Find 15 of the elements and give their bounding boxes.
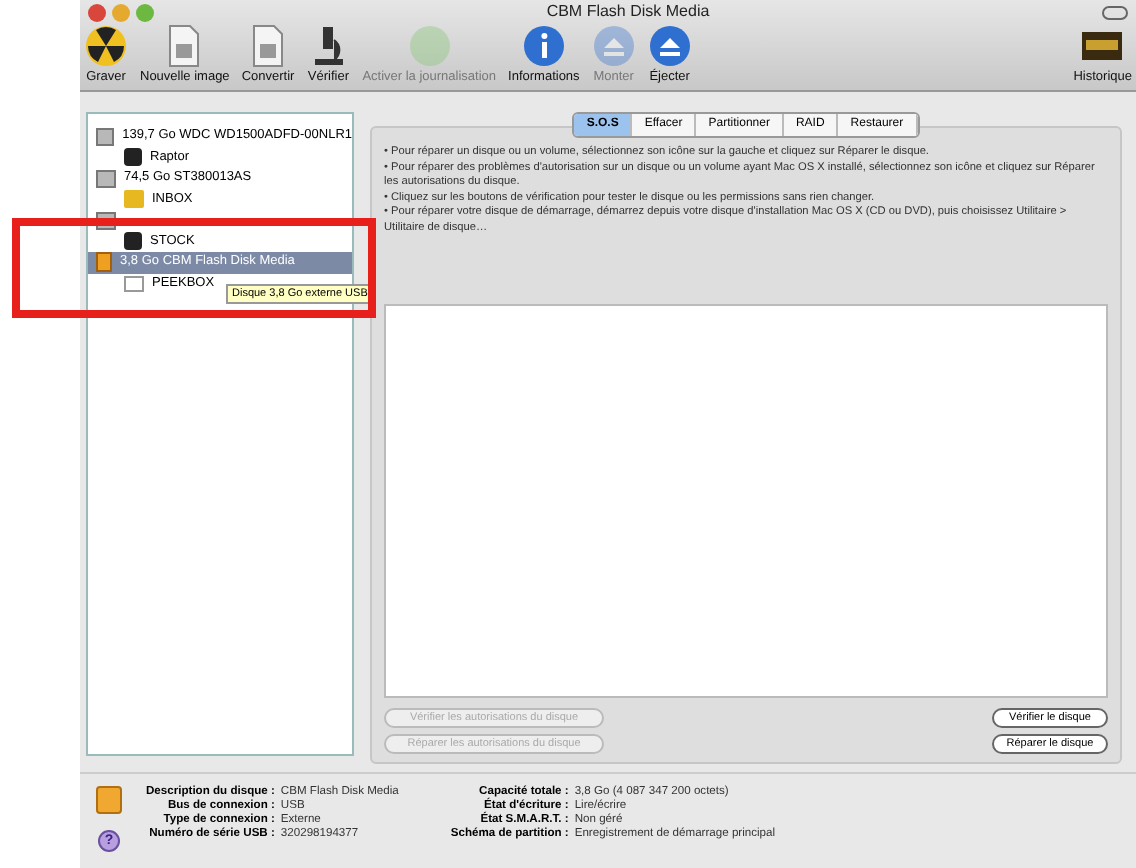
usb-drive-icon bbox=[96, 786, 122, 814]
eject-icon bbox=[591, 24, 636, 69]
eject-icon bbox=[647, 24, 692, 69]
toolbar-toggle-icon[interactable] bbox=[1102, 5, 1128, 20]
usb-drive-icon bbox=[96, 252, 112, 273]
window-title: CBM Flash Disk Media bbox=[544, 0, 712, 25]
volume-icon bbox=[124, 232, 142, 251]
zoom-icon[interactable] bbox=[136, 3, 154, 22]
folder-icon bbox=[124, 190, 144, 209]
radiation-icon bbox=[84, 24, 128, 69]
info-icon bbox=[521, 24, 566, 69]
blank-volume-icon bbox=[124, 275, 144, 292]
volume-icon bbox=[124, 148, 142, 167]
round-icon bbox=[407, 24, 452, 69]
close-icon[interactable] bbox=[88, 3, 106, 22]
